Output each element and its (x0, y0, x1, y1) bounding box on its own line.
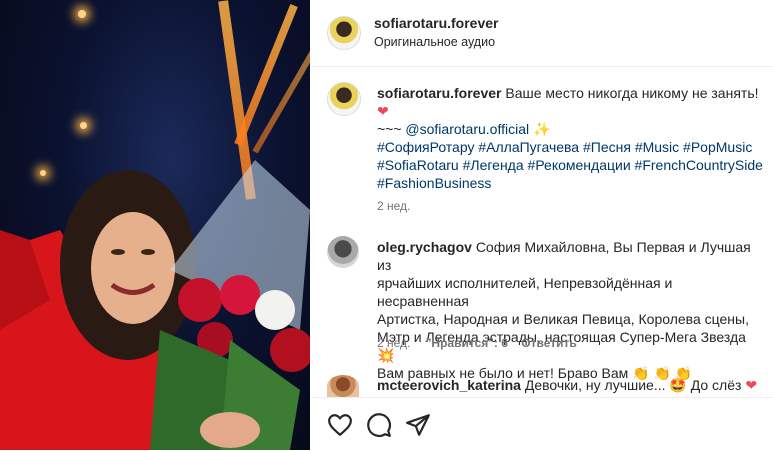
caption: sofiarotaru.forever Ваше место никогда н… (377, 84, 767, 120)
avatar[interactable] (327, 375, 359, 397)
comment-time[interactable]: 2 нед. (377, 336, 410, 350)
comment-likes[interactable]: "Нравится": 6 (426, 336, 508, 350)
comment-username[interactable]: mcteerovich_katerina (377, 377, 521, 393)
comment-text: Артистка, Народная и Великая Певица, Кор… (377, 311, 749, 327)
hashtags-line[interactable]: #FashionBusiness (377, 174, 767, 192)
hashtags-line[interactable]: #СофияРотару #АллаПугачева #Песня #Music… (377, 138, 767, 156)
red-heart-emoji: ❤ (377, 103, 389, 119)
sparkle-emoji: ✨ (533, 121, 551, 137)
comment-meta: 2 нед. "Нравится": 6 Ответить (377, 336, 577, 350)
post-header: sofiarotaru.forever Оригинальное аудио (311, 0, 773, 67)
caption-hashtags: ~~~ @sofiarotaru.official ✨ #СофияРотару… (377, 120, 767, 192)
caption-username[interactable]: sofiarotaru.forever (377, 85, 501, 101)
performer-figure (0, 160, 310, 450)
comment-icon[interactable] (366, 412, 392, 438)
reply-button[interactable]: Ответить (521, 336, 576, 350)
comment-body: oleg.rychagov София Михайловна, Вы Перва… (377, 238, 767, 382)
comment-text: До слёз (690, 377, 742, 393)
crying-emoji: 🤩 (669, 377, 687, 393)
red-heart-emoji: ❤ (745, 377, 758, 393)
heart-icon[interactable] (327, 412, 353, 438)
caption-text: Ваше место никогда никому не занять! (505, 85, 759, 101)
comment-body: mcteerovich_katerina Девочки, ну лучшие.… (377, 376, 767, 394)
caption-prefix: ~~~ (377, 121, 402, 137)
avatar[interactable] (327, 16, 361, 50)
mention-link[interactable]: @sofiarotaru.official (405, 121, 529, 137)
share-icon[interactable] (405, 412, 431, 438)
post-panel: sofiarotaru.forever Оригинальное аудио s… (311, 0, 773, 450)
comment-text: Девочки, ну лучшие... (524, 377, 666, 393)
caption-time[interactable]: 2 нед. (377, 199, 410, 213)
comment-username[interactable]: oleg.rychagov (377, 239, 472, 255)
audio-label[interactable]: Оригинальное аудио (374, 35, 495, 49)
avatar[interactable] (327, 82, 361, 116)
hashtags-line[interactable]: #SofiaRotaru #Легенда #Рекомендации #Fre… (377, 156, 767, 174)
avatar[interactable] (327, 236, 359, 268)
post-image[interactable] (0, 0, 310, 450)
comment-text: ярчайших исполнителей, Непревзойдённая и… (377, 275, 673, 309)
post-username[interactable]: sofiarotaru.forever (374, 15, 498, 31)
action-bar (311, 397, 773, 451)
